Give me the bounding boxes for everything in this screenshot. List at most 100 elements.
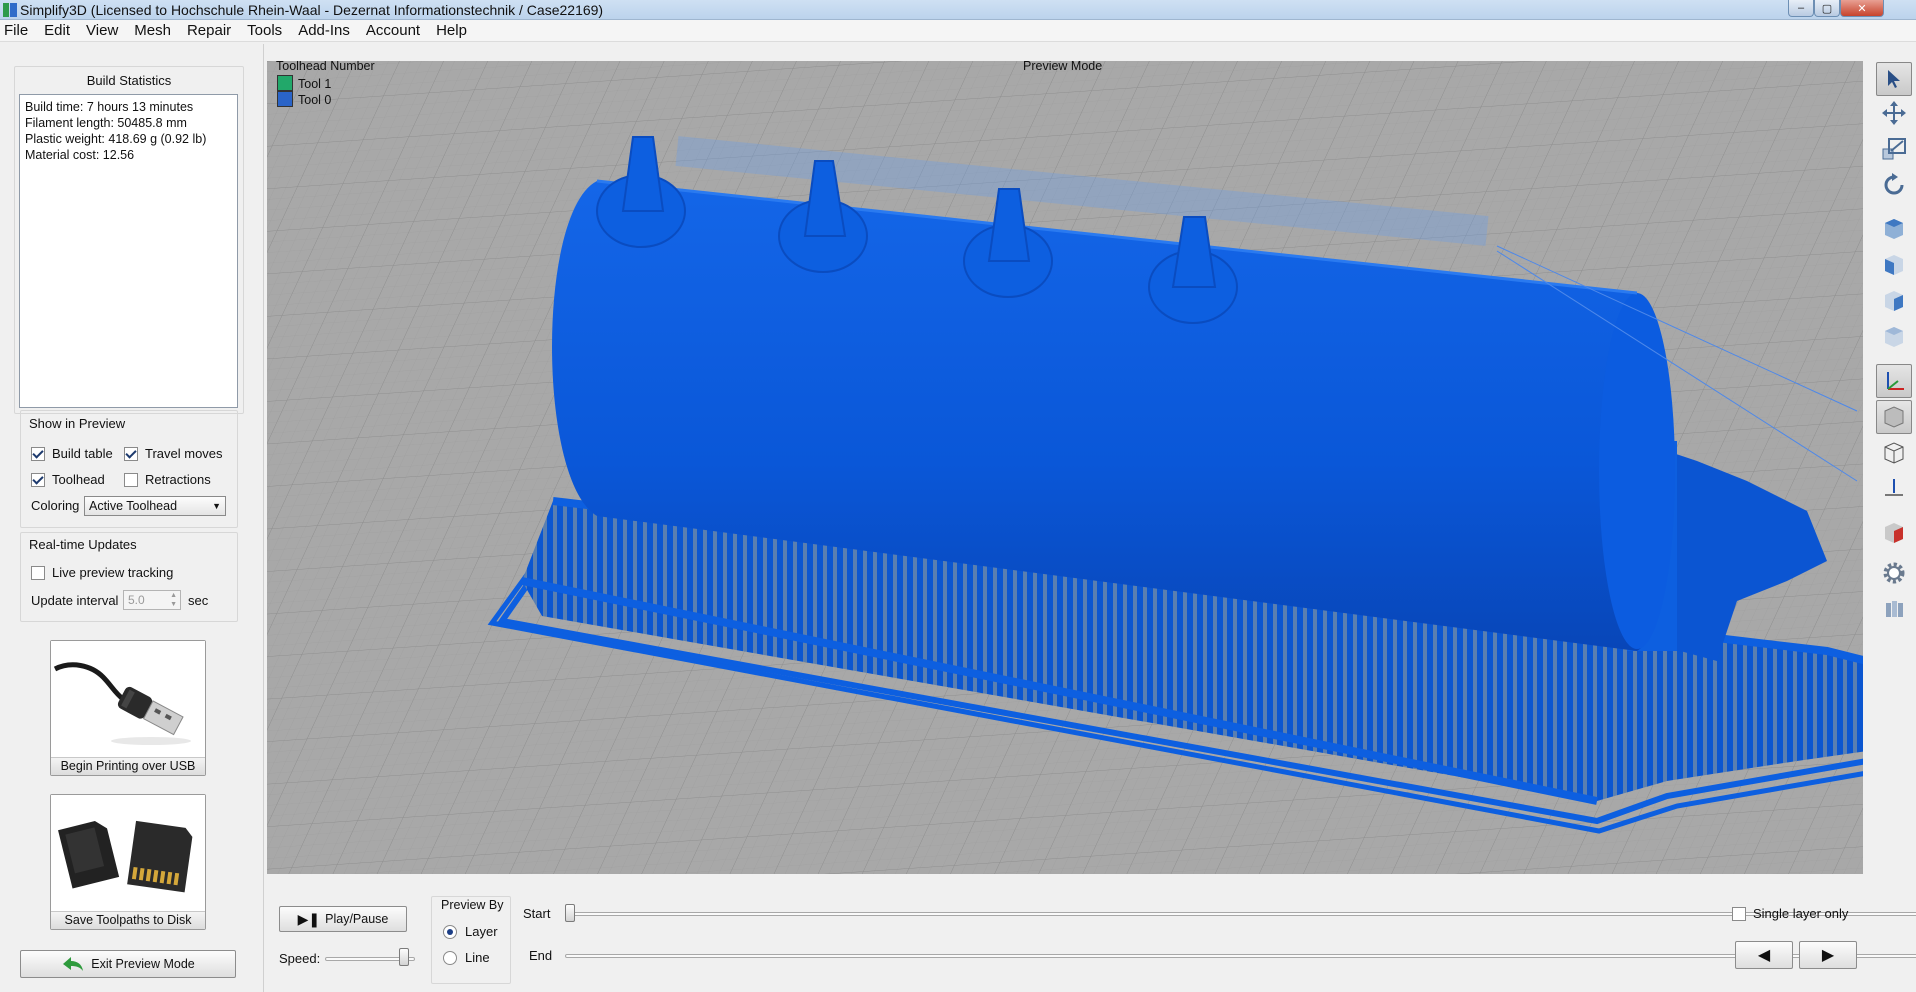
usb-button-label: Begin Printing over USB bbox=[51, 757, 205, 775]
layers-icon[interactable] bbox=[1876, 592, 1912, 626]
single-layer-checkbox[interactable]: Single layer only bbox=[1732, 906, 1848, 921]
axes-icon[interactable] bbox=[1876, 364, 1912, 398]
preview-by-title: Preview By bbox=[441, 898, 504, 912]
stat-build-time: Build time: 7 hours 13 minutes bbox=[25, 100, 194, 114]
live-preview-label: Live preview tracking bbox=[52, 565, 174, 580]
dropdown-arrow-icon: ▼ bbox=[212, 501, 221, 511]
preview-viewport[interactable]: Toolhead Number Tool 1 Tool 0 Preview Mo… bbox=[267, 61, 1863, 874]
prev-layer-button[interactable]: ◀ bbox=[1735, 941, 1793, 969]
exit-preview-button[interactable]: Exit Preview Mode bbox=[20, 950, 236, 978]
next-layer-button[interactable]: ▶ bbox=[1799, 941, 1857, 969]
single-layer-label: Single layer only bbox=[1753, 906, 1849, 921]
update-interval-unit: sec bbox=[188, 593, 209, 608]
exit-preview-label: Exit Preview Mode bbox=[91, 957, 195, 971]
begin-printing-usb-button[interactable]: Begin Printing over USB bbox=[50, 640, 206, 776]
preview-mode-label: Preview Mode bbox=[1023, 61, 1103, 73]
wireframe-cube-icon[interactable] bbox=[1876, 436, 1912, 470]
toolhead-check[interactable] bbox=[31, 472, 45, 487]
menu-add-ins[interactable]: Add-Ins bbox=[290, 20, 358, 42]
live-preview-check[interactable] bbox=[31, 565, 45, 580]
coloring-label: Coloring bbox=[31, 498, 80, 513]
speed-label: Speed: bbox=[279, 951, 321, 966]
realtime-updates-title: Real-time Updates bbox=[29, 537, 137, 552]
single-layer-check[interactable] bbox=[1732, 906, 1746, 921]
layer-radio-dot[interactable] bbox=[443, 924, 457, 939]
menu-help[interactable]: Help bbox=[428, 20, 475, 42]
rotate-icon[interactable] bbox=[1876, 168, 1912, 202]
end-label: End bbox=[529, 948, 553, 963]
view-top-cube-icon[interactable] bbox=[1876, 212, 1912, 246]
line-radio-dot[interactable] bbox=[443, 950, 457, 965]
update-interval-value: 5.0 bbox=[128, 593, 145, 607]
speed-slider-thumb[interactable] bbox=[399, 948, 410, 966]
minimize-button[interactable]: – bbox=[1788, 0, 1814, 17]
menu-account[interactable]: Account bbox=[358, 20, 428, 42]
retractions-label: Retractions bbox=[145, 472, 211, 487]
stat-filament-length: Filament length: 50485.8 mm bbox=[25, 116, 187, 130]
toolpath-render bbox=[267, 61, 1863, 874]
menu-bar: File Edit View Mesh Repair Tools Add-Ins… bbox=[0, 20, 1916, 42]
play-pause-icon: ▶❚ bbox=[297, 910, 321, 927]
menu-mesh[interactable]: Mesh bbox=[126, 20, 179, 42]
line-radio-label: Line bbox=[465, 950, 490, 965]
view-front-cube-icon[interactable] bbox=[1876, 248, 1912, 282]
stat-material-cost: Material cost: 12.56 bbox=[25, 148, 135, 162]
select-arrow-icon[interactable] bbox=[1876, 62, 1912, 96]
build-plate-icon[interactable] bbox=[1876, 472, 1912, 506]
stat-plastic-weight: Plastic weight: 418.69 g (0.92 lb) bbox=[25, 132, 207, 146]
travel-moves-check[interactable] bbox=[124, 446, 138, 461]
menu-view[interactable]: View bbox=[78, 20, 126, 42]
end-slider-track[interactable] bbox=[565, 954, 1916, 958]
start-slider-track[interactable] bbox=[565, 912, 1916, 916]
layer-radio[interactable]: Layer bbox=[443, 924, 498, 939]
line-radio[interactable]: Line bbox=[443, 950, 490, 965]
build-table-label: Build table bbox=[52, 446, 113, 461]
coloring-select[interactable]: Active Toolhead ▼ bbox=[84, 496, 226, 516]
scale-icon[interactable] bbox=[1876, 132, 1912, 166]
start-slider-thumb[interactable] bbox=[565, 904, 575, 922]
tool-0-label: Tool 0 bbox=[298, 93, 332, 107]
toolhead-label: Toolhead bbox=[52, 472, 105, 487]
view-iso-cube-icon[interactable] bbox=[1876, 320, 1912, 354]
move-icon[interactable] bbox=[1876, 96, 1912, 130]
menu-file[interactable]: File bbox=[0, 20, 36, 42]
settings-gear-icon[interactable] bbox=[1876, 556, 1912, 590]
menu-tools[interactable]: Tools bbox=[239, 20, 290, 42]
solid-cube-icon[interactable] bbox=[1876, 400, 1912, 434]
usb-cable-icon bbox=[51, 641, 205, 757]
travel-moves-label: Travel moves bbox=[145, 446, 223, 461]
legend-title: Toolhead Number bbox=[276, 61, 375, 73]
spin-arrows-icon: ▲ ▼ bbox=[170, 592, 177, 608]
start-label: Start bbox=[523, 906, 551, 921]
save-toolpaths-button[interactable]: Save Toolpaths to Disk bbox=[50, 794, 206, 930]
play-pause-button[interactable]: ▶❚ Play/Pause bbox=[279, 906, 407, 932]
retractions-checkbox[interactable]: Retractions bbox=[124, 472, 211, 487]
coloring-value: Active Toolhead bbox=[89, 499, 178, 513]
build-table-check[interactable] bbox=[31, 446, 45, 461]
live-preview-checkbox[interactable]: Live preview tracking bbox=[31, 565, 173, 580]
app-logo-icon bbox=[3, 3, 17, 17]
show-in-preview-title: Show in Preview bbox=[29, 416, 126, 431]
window-title: Simplify3D (Licensed to Hochschule Rhein… bbox=[20, 2, 604, 18]
tool-0-swatch bbox=[277, 91, 293, 107]
menu-repair[interactable]: Repair bbox=[179, 20, 239, 42]
playback-bar: ▶❚ Play/Pause Speed: Preview By Layer Li… bbox=[267, 876, 1916, 992]
travel-moves-checkbox[interactable]: Travel moves bbox=[124, 446, 223, 461]
update-interval-label: Update interval bbox=[31, 593, 119, 608]
section-cube-icon[interactable] bbox=[1876, 516, 1912, 550]
build-table-checkbox[interactable]: Build table bbox=[31, 446, 113, 461]
toolhead-checkbox[interactable]: Toolhead bbox=[31, 472, 105, 487]
back-arrow-icon bbox=[63, 957, 84, 971]
menu-edit[interactable]: Edit bbox=[36, 20, 78, 42]
play-pause-label: Play/Pause bbox=[325, 912, 389, 926]
retractions-check[interactable] bbox=[124, 472, 138, 487]
update-interval-spinbox[interactable]: 5.0 ▲ ▼ bbox=[123, 590, 181, 610]
sd-card-icon bbox=[51, 795, 205, 911]
maximize-button[interactable]: ▢ bbox=[1814, 0, 1840, 17]
tool-1-swatch bbox=[277, 75, 293, 91]
view-side-cube-icon[interactable] bbox=[1876, 284, 1912, 318]
layer-radio-label: Layer bbox=[465, 924, 498, 939]
build-statistics-title: Build Statistics bbox=[86, 73, 172, 88]
close-button[interactable]: ✕ bbox=[1840, 0, 1884, 17]
sd-button-label: Save Toolpaths to Disk bbox=[51, 911, 205, 929]
